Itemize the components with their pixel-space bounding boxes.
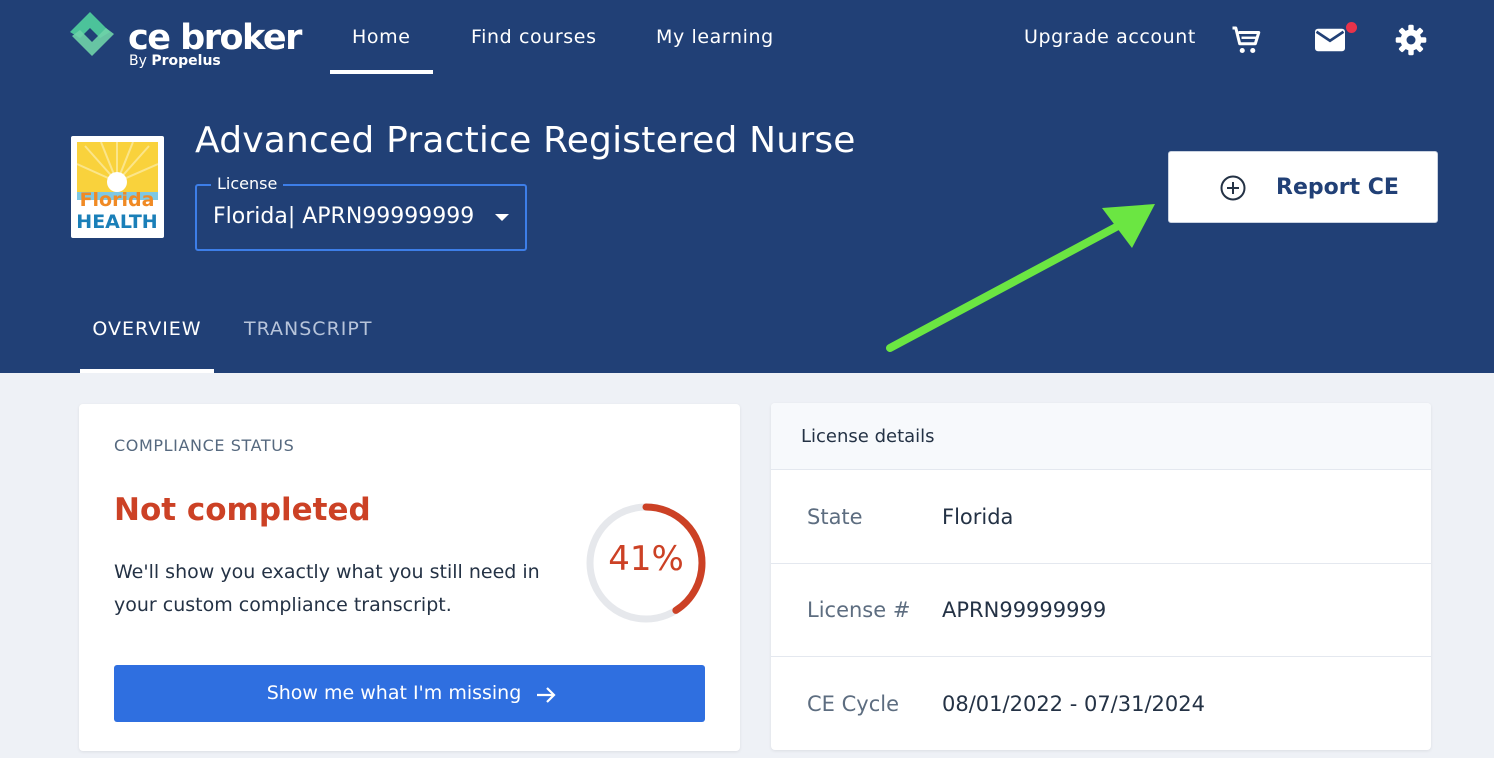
license-dropdown-label: License	[211, 174, 284, 193]
show-missing-button[interactable]: Show me what I'm missing	[114, 665, 705, 722]
compliance-status-value: Not completed	[114, 492, 371, 528]
detail-row-state: State Florida	[771, 471, 1431, 564]
svg-text:Florida: Florida	[80, 189, 155, 211]
compliance-description: We'll show you exactly what you still ne…	[114, 561, 540, 616]
florida-health-logo: Florida HEALTH	[71, 136, 164, 238]
license-dropdown-value: Florida| APRN99999999	[213, 204, 475, 229]
detail-row-license-number: License # APRN99999999	[771, 564, 1431, 657]
mail-icon[interactable]	[1312, 22, 1348, 58]
cart-icon[interactable]	[1228, 22, 1264, 58]
notification-dot	[1346, 22, 1357, 33]
detail-label: License #	[807, 598, 911, 622]
upgrade-account-link[interactable]: Upgrade account	[1024, 26, 1196, 74]
page-title: Advanced Practice Registered Nurse	[195, 120, 856, 161]
detail-value: Florida	[942, 505, 1014, 529]
plus-circle-icon	[1220, 175, 1246, 201]
report-ce-label: Report CE	[1276, 175, 1399, 200]
nav-my-learning[interactable]: My learning	[656, 26, 774, 74]
gear-icon[interactable]	[1393, 22, 1429, 58]
license-details-header: License details	[771, 403, 1431, 470]
detail-label: State	[807, 505, 863, 529]
svg-text:HEALTH: HEALTH	[77, 211, 158, 232]
tab-overview[interactable]: OVERVIEW	[80, 318, 214, 373]
compliance-status-card: COMPLIANCE STATUS Not completed We'll sh…	[79, 404, 740, 751]
license-details-card: License details State Florida License # …	[771, 403, 1431, 750]
brand-name: ce broker	[128, 18, 302, 58]
brand-byline: By Propelus	[129, 53, 221, 69]
detail-value: APRN99999999	[942, 598, 1107, 622]
report-ce-button[interactable]: Report CE	[1168, 151, 1438, 223]
show-missing-label: Show me what I'm missing	[266, 682, 522, 704]
diamond-logo-icon	[70, 12, 114, 56]
detail-label: CE Cycle	[807, 692, 899, 716]
license-dropdown[interactable]: License Florida| APRN99999999	[195, 174, 527, 251]
detail-row-ce-cycle: CE Cycle 08/01/2022 - 07/31/2024	[771, 658, 1431, 751]
progress-percent: 41%	[608, 539, 684, 579]
nav-home[interactable]: Home	[330, 26, 432, 74]
tab-transcript[interactable]: TRANSCRIPT	[244, 318, 372, 373]
chevron-down-icon	[495, 214, 509, 221]
compliance-status-label: COMPLIANCE STATUS	[114, 436, 295, 455]
arrow-right-icon	[537, 687, 556, 703]
top-header: ce broker By Propelus Home Find courses …	[0, 0, 1494, 373]
nav-find-courses[interactable]: Find courses	[471, 26, 597, 74]
annotation-arrow-icon	[886, 204, 1155, 352]
ce-broker-logo[interactable]: ce broker By Propelus	[70, 12, 310, 72]
detail-value: 08/01/2022 - 07/31/2024	[942, 692, 1206, 716]
license-details-title: License details	[801, 426, 935, 447]
